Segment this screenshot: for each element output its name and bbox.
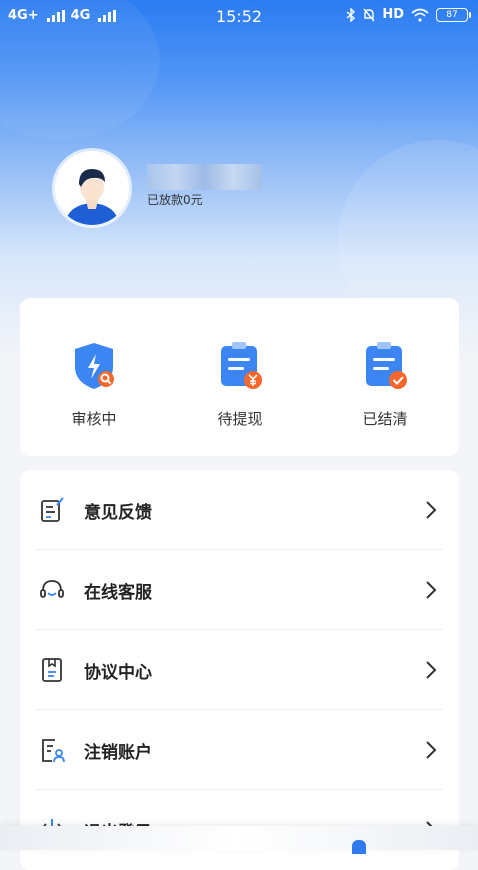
- bottom-tab-bar: [0, 826, 478, 854]
- settings-menu: 意见反馈 在线客服 协议中心 注销账户: [20, 470, 459, 870]
- clipboard-yuan-icon: [221, 342, 262, 389]
- avatar[interactable]: [55, 151, 129, 225]
- headset-icon: [40, 580, 64, 598]
- chevron-right-icon: [426, 661, 437, 679]
- battery-level: 87: [446, 9, 458, 20]
- wifi-icon: [411, 8, 429, 22]
- chevron-right-icon: [426, 581, 437, 599]
- loan-amount-text: 已放款0元: [147, 193, 203, 207]
- chevron-right-icon: [426, 741, 437, 759]
- stat-settled[interactable]: 已结清: [325, 340, 445, 429]
- stat-label: 待提现: [217, 410, 263, 428]
- username-blurred: [147, 164, 262, 190]
- stat-label: 审核中: [71, 410, 117, 428]
- stat-label: 已结清: [362, 410, 408, 428]
- tab-indicator[interactable]: [352, 840, 366, 854]
- menu-label: 意见反馈: [84, 503, 152, 523]
- stat-reviewing[interactable]: 审核中: [34, 340, 154, 429]
- menu-label: 在线客服: [84, 583, 152, 603]
- hd-label: HD: [382, 7, 404, 22]
- mute-bell-icon: [363, 8, 375, 21]
- agreement-icon: [42, 658, 62, 682]
- stat-pending-withdraw[interactable]: 待提现: [180, 340, 300, 429]
- menu-item-agreement-center[interactable]: 协议中心: [20, 630, 459, 710]
- clipboard-check-icon: [366, 342, 407, 389]
- cancel-account-icon: [42, 739, 65, 763]
- shield-search-icon: [75, 343, 114, 389]
- chevron-right-icon: [426, 501, 437, 519]
- battery-icon: 87: [436, 7, 471, 22]
- bluetooth-icon: [346, 7, 356, 22]
- user-avatar-icon: [55, 151, 129, 225]
- status-bar: 4G+ 4G 15:52 HD 87: [0, 0, 478, 34]
- menu-item-customer-service[interactable]: 在线客服: [20, 550, 459, 630]
- feedback-icon: [41, 497, 64, 522]
- menu-item-cancel-account[interactable]: 注销账户: [20, 710, 459, 790]
- menu-item-feedback[interactable]: 意见反馈: [20, 470, 459, 550]
- menu-label: 协议中心: [84, 663, 152, 683]
- loan-status-card: 审核中 待提现 已结清: [20, 298, 459, 456]
- menu-label: 注销账户: [84, 743, 152, 763]
